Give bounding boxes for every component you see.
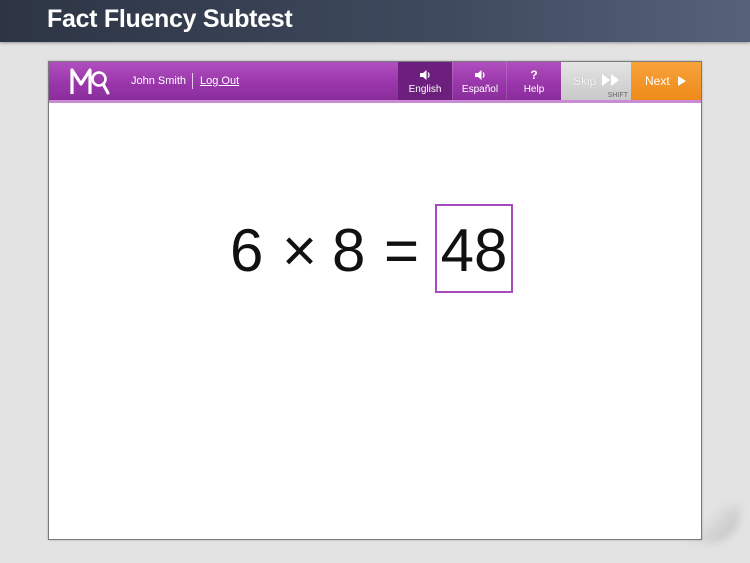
fast-forward-icon <box>602 74 619 86</box>
english-label: English <box>408 84 442 95</box>
operand-a: 6 <box>230 217 264 284</box>
next-label: Next <box>645 74 670 88</box>
equals-sign: = <box>384 217 420 284</box>
user-name: John Smith <box>131 75 187 87</box>
question-mark-icon: ? <box>530 68 538 82</box>
divider <box>192 73 193 89</box>
title-bar: Fact Fluency Subtest <box>0 0 750 42</box>
answer-input[interactable]: 48 <box>435 204 513 293</box>
help-button[interactable]: ? Help <box>506 62 561 100</box>
operand-b: 8 <box>332 217 366 284</box>
skip-button[interactable]: Skip SHIFT <box>561 62 631 100</box>
play-arrow-icon <box>678 76 686 86</box>
equation: 6 × 8 = 48 <box>49 203 701 297</box>
multiply-operator: × <box>282 217 318 284</box>
skip-label: Skip <box>573 74 597 88</box>
espanol-audio-button[interactable]: Español <box>452 62 507 100</box>
page-title: Fact Fluency Subtest <box>47 5 293 33</box>
app-frame: John Smith Log Out English Español ? Hel… <box>48 61 702 540</box>
answer-value: 48 <box>440 217 508 284</box>
logout-link[interactable]: Log Out <box>200 75 239 87</box>
speaker-icon <box>475 70 485 80</box>
app-logo-icon <box>70 68 110 95</box>
espanol-label: Español <box>461 84 499 95</box>
toolbar: John Smith Log Out English Español ? Hel… <box>49 62 701 103</box>
english-audio-button[interactable]: English <box>398 62 452 100</box>
skip-shortcut-hint: SHIFT <box>607 92 628 99</box>
help-label: Help <box>523 84 545 95</box>
speaker-icon <box>420 70 430 80</box>
next-button[interactable]: Next <box>631 62 701 100</box>
